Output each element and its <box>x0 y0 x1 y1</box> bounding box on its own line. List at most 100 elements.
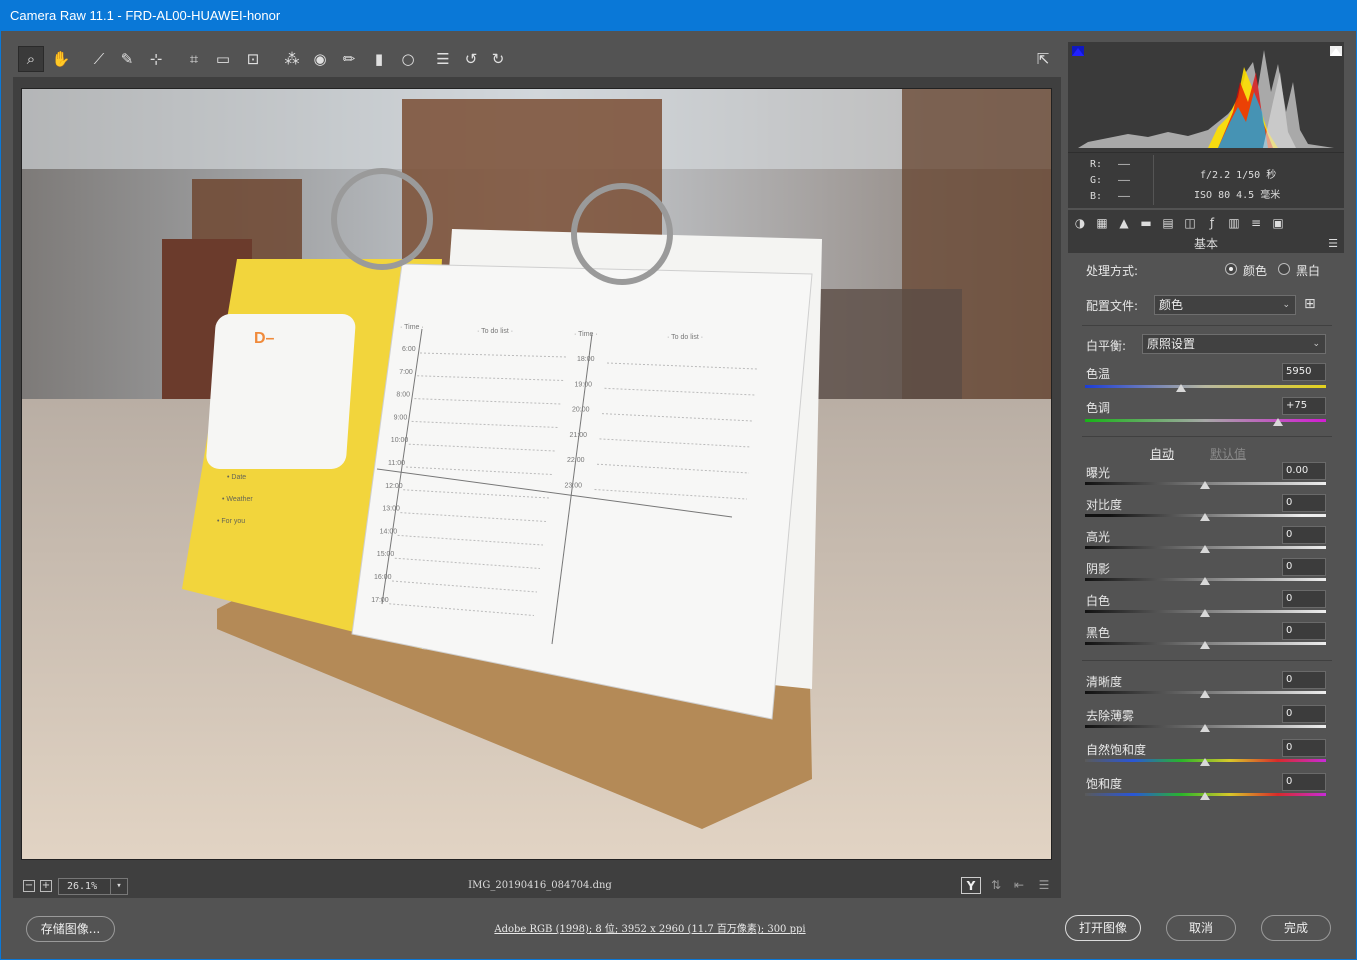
slider-value[interactable]: 0 <box>1282 739 1326 757</box>
slider-label: 对比度 <box>1086 498 1123 512</box>
slider-value[interactable]: 0 <box>1282 671 1326 689</box>
aperture-shutter: f/2.2 1/50 秒 <box>1200 170 1277 181</box>
detail-tab-icon[interactable]: ▲ <box>1115 214 1133 232</box>
calendar-time-label: 9:00 <box>394 414 408 421</box>
toggle-settings-icon[interactable]: ☰ <box>1034 877 1054 894</box>
slider-knob[interactable] <box>1200 545 1210 553</box>
temperature-slider-knob[interactable] <box>1176 384 1187 392</box>
white-balance-value: 原照设置 <box>1147 337 1196 351</box>
chevron-down-icon: ▾ <box>110 879 127 894</box>
graduated-filter-icon[interactable]: ▮ <box>366 46 392 72</box>
split-toning-tab-icon[interactable]: ▤ <box>1159 214 1177 232</box>
calendar-time-label: 17:00 <box>371 597 389 604</box>
zoom-level-value: 26.1% <box>67 881 98 892</box>
hand-icon[interactable]: ✋ <box>48 46 74 72</box>
profile-select-value: 颜色 <box>1159 298 1184 312</box>
straighten-icon[interactable]: ▭ <box>210 46 236 72</box>
done-button[interactable]: 完成 <box>1261 915 1331 941</box>
slider-value[interactable]: 0 <box>1282 590 1326 608</box>
slider-value[interactable]: 0.00 <box>1282 462 1326 480</box>
rotate-left-icon[interactable]: ↺ <box>458 46 484 72</box>
default-link[interactable]: 默认值 <box>1210 445 1246 462</box>
color-sampler-icon[interactable]: ✎ <box>114 46 140 72</box>
eyedropper-icon[interactable]: ⟋ <box>86 46 112 72</box>
fullscreen-icon[interactable]: ⇱ <box>1030 46 1056 72</box>
brush-icon[interactable]: ✏ <box>336 46 362 72</box>
effects-tab-icon[interactable]: ƒ <box>1203 214 1221 232</box>
rotate-right-icon[interactable]: ↻ <box>485 46 511 72</box>
slider-value[interactable]: 0 <box>1282 622 1326 640</box>
profile-browser-icon[interactable]: ⊞ <box>1304 296 1324 313</box>
treatment-label: 处理方式: <box>1086 264 1139 278</box>
b-label: B: <box>1090 191 1103 202</box>
presets-tab-icon[interactable]: ≡ <box>1247 214 1265 232</box>
iso-focal: ISO 80 4.5 毫米 <box>1194 190 1281 201</box>
image-preview[interactable]: D– • Date • Weather • For you · Time · ·… <box>21 88 1052 860</box>
treatment-color-radio[interactable] <box>1225 263 1237 275</box>
list-icon[interactable]: ☰ <box>430 46 456 72</box>
slider-knob[interactable] <box>1200 792 1210 800</box>
magnifier-icon[interactable]: ⌕ <box>18 46 44 72</box>
tint-value[interactable]: +75 <box>1282 397 1326 415</box>
camera-info: R: G: B: —— —— —— f/2.2 1/50 秒 ISO 80 4.… <box>1068 152 1344 208</box>
profile-select[interactable]: 颜色 ⌄ <box>1154 295 1296 315</box>
save-image-button[interactable]: 存储图像... <box>26 916 115 942</box>
r-value: —— <box>1118 159 1131 170</box>
slider-knob[interactable] <box>1200 481 1210 489</box>
zoom-out-button[interactable]: − <box>23 880 35 892</box>
calendar-left-heading: D– <box>254 330 275 347</box>
before-after-view-button[interactable]: Y <box>961 877 981 894</box>
tone-curve-tab-icon[interactable]: ▦ <box>1093 214 1111 232</box>
slider-knob[interactable] <box>1200 609 1210 617</box>
basic-tab-icon[interactable]: ◑ <box>1071 214 1089 232</box>
tint-slider-knob[interactable] <box>1272 418 1283 426</box>
slider-value[interactable]: 0 <box>1282 558 1326 576</box>
lens-tab-icon[interactable]: ◫ <box>1181 214 1199 232</box>
hsl-tab-icon[interactable]: ▬ <box>1137 214 1155 232</box>
calendar-time-label: 12:00 <box>385 483 403 490</box>
calendar-time-label: 15:00 <box>377 551 395 558</box>
zoom-in-button[interactable]: + <box>40 880 52 892</box>
slider-knob[interactable] <box>1200 724 1210 732</box>
tint-slider-track[interactable] <box>1085 419 1326 422</box>
profile-label: 配置文件: <box>1086 299 1139 313</box>
slider-label: 白色 <box>1086 594 1111 608</box>
slider-knob[interactable] <box>1200 577 1210 585</box>
slider-label: 阴影 <box>1086 562 1111 576</box>
slider-value[interactable]: 0 <box>1282 773 1326 791</box>
slider-value[interactable]: 0 <box>1282 705 1326 723</box>
temperature-value[interactable]: 5950 <box>1282 363 1326 381</box>
crop-icon[interactable]: ⌗ <box>181 46 207 72</box>
white-balance-label: 白平衡: <box>1086 339 1127 353</box>
slider-knob[interactable] <box>1200 641 1210 649</box>
calibration-tab-icon[interactable]: ▥ <box>1225 214 1243 232</box>
slider-knob[interactable] <box>1200 690 1210 698</box>
panel-menu-icon[interactable]: ☰ <box>1328 236 1338 252</box>
slider-value[interactable]: 0 <box>1282 526 1326 544</box>
calendar-time-label: 13:00 <box>382 506 400 513</box>
auto-link[interactable]: 自动 <box>1150 445 1174 462</box>
slider-value[interactable]: 0 <box>1282 494 1326 512</box>
snapshots-tab-icon[interactable]: ▣ <box>1269 214 1287 232</box>
transform-icon[interactable]: ⊡ <box>240 46 266 72</box>
radial-filter-icon[interactable]: ○ <box>395 46 421 72</box>
spot-removal-icon[interactable]: ⁂ <box>279 46 305 72</box>
temperature-label: 色温 <box>1086 367 1111 381</box>
zoom-level-select[interactable]: 26.1% ▾ <box>58 878 128 895</box>
swap-settings-icon[interactable]: ⇅ <box>986 877 1006 894</box>
workflow-options-link[interactable]: Adobe RGB (1998); 8 位; 3952 x 2960 (11.7… <box>420 920 880 935</box>
slider-label: 曝光 <box>1086 466 1111 480</box>
treatment-bw-radio[interactable] <box>1278 263 1290 275</box>
slider-knob[interactable] <box>1200 758 1210 766</box>
cancel-button[interactable]: 取消 <box>1166 915 1236 941</box>
copy-settings-icon[interactable]: ⇤ <box>1009 877 1029 894</box>
red-eye-icon[interactable]: ◉ <box>307 46 333 72</box>
slider-label: 清晰度 <box>1086 675 1123 689</box>
slider-knob[interactable] <box>1200 513 1210 521</box>
temperature-slider-track[interactable] <box>1085 385 1326 388</box>
slider-label: 去除薄雾 <box>1086 709 1135 723</box>
open-image-button[interactable]: 打开图像 <box>1065 915 1141 941</box>
slider-label: 自然饱和度 <box>1086 743 1147 757</box>
target-adjust-icon[interactable]: ⊹ <box>143 46 169 72</box>
white-balance-select[interactable]: 原照设置 ⌄ <box>1142 334 1326 354</box>
